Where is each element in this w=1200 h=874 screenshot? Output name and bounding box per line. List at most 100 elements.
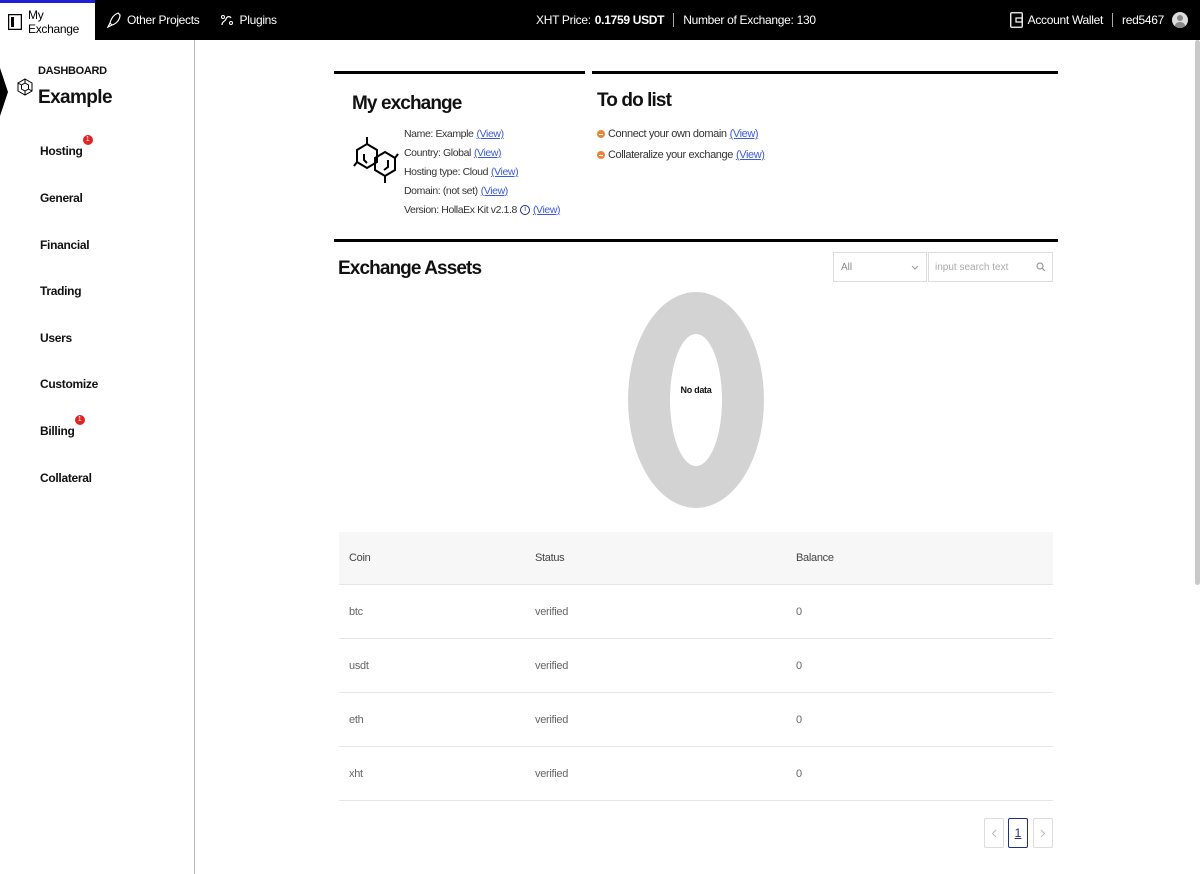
wallet-icon: [1009, 12, 1023, 28]
info-icon[interactable]: i: [519, 205, 530, 216]
sidebar-item-trading[interactable]: Trading: [40, 284, 82, 298]
exchange-count: Number of Exchange: 130: [683, 13, 816, 27]
top-bar: My Exchange Other Projects Plugins XHT P…: [0, 0, 1200, 40]
search-input[interactable]: [935, 261, 1035, 273]
sidebar: DASHBOARD Example Hosting 1 General Fina…: [0, 40, 195, 874]
sidebar-item-label: Trading: [40, 284, 82, 298]
exchange-logo-icon: [16, 78, 34, 101]
my-exchange-card-border: [334, 71, 585, 74]
selected-value: All: [841, 261, 853, 273]
view-link[interactable]: (View): [474, 147, 502, 159]
tab-my-exchange[interactable]: My Exchange: [0, 0, 95, 40]
coin-cell: xht: [349, 767, 363, 780]
sidebar-item-label: General: [40, 191, 83, 205]
balance-cell: 0: [796, 605, 802, 618]
exchange-country-line: Country: Global (View): [404, 147, 502, 159]
status-cell: verified: [535, 659, 569, 672]
exchange-version-text: Version: HollaEx Kit v2.1.8: [404, 204, 517, 216]
tab-plugins[interactable]: Plugins: [210, 0, 287, 40]
view-link[interactable]: (View): [481, 185, 509, 197]
tab-label: Other Projects: [127, 13, 200, 27]
price-value: 0.1759 USDT: [594, 13, 665, 27]
hexagon-logo-icon: [353, 136, 399, 189]
sidebar-item-label: Hosting: [40, 144, 83, 158]
prev-page-button[interactable]: [984, 818, 1004, 848]
exchange-hosting-line: Hosting type: Cloud (View): [404, 166, 519, 178]
divider: [673, 13, 675, 27]
todo-item: Collateralize your exchange (View): [597, 149, 765, 161]
sidebar-item-general[interactable]: General: [40, 191, 83, 205]
view-link[interactable]: (View): [477, 128, 505, 140]
table-row: xht verified 0: [339, 747, 1053, 801]
plugin-icon: [220, 13, 234, 27]
sidebar-item-collateral[interactable]: Collateral: [40, 471, 92, 485]
balance-cell: 0: [796, 713, 802, 726]
coin-cell: btc: [349, 605, 363, 618]
chevron-right-icon: [1040, 829, 1046, 837]
exchange-logo-icon: [8, 13, 22, 30]
column-header: Status: [535, 552, 565, 564]
active-marker: [0, 68, 8, 116]
sidebar-item-label: Billing: [40, 424, 75, 438]
sidebar-item-billing[interactable]: Billing 1: [40, 415, 85, 438]
view-link[interactable]: (View): [736, 149, 765, 161]
status-cell: verified: [535, 713, 569, 726]
tab-label: Plugins: [239, 13, 278, 27]
username[interactable]: red5467: [1122, 13, 1164, 27]
page-button-current[interactable]: 1: [1008, 818, 1028, 848]
coin-cell: usdt: [349, 659, 369, 672]
todo-item-text: Connect your own domain: [608, 128, 727, 140]
sidebar-item-hosting[interactable]: Hosting 1: [40, 135, 93, 158]
column-header: Balance: [796, 552, 834, 564]
account-wallet-link[interactable]: Account Wallet: [1028, 13, 1104, 27]
divider: [1112, 13, 1114, 27]
exchange-country-text: Country: Global: [404, 147, 471, 159]
avatar[interactable]: [1172, 12, 1188, 28]
price-info: XHT Price: 0.1759 USDT Number of Exchang…: [536, 0, 816, 40]
status-cell: verified: [535, 767, 569, 780]
sidebar-item-label: Users: [40, 331, 72, 345]
assets-card-border: [334, 239, 1058, 242]
status-cell: verified: [535, 605, 569, 618]
exchange-name: Example: [38, 87, 113, 108]
sidebar-item-users[interactable]: Users: [40, 331, 72, 345]
exchange-domain-text: Domain: (not set): [404, 185, 478, 197]
tab-other-projects[interactable]: Other Projects: [97, 0, 210, 40]
view-link[interactable]: (View): [491, 166, 519, 178]
scrollbar[interactable]: [1195, 40, 1200, 585]
sidebar-item-label: Customize: [40, 377, 98, 391]
account-area: Account Wallet red5467: [1009, 0, 1188, 40]
search-box: [928, 252, 1053, 282]
balance-cell: 0: [796, 659, 802, 672]
sidebar-item-customize[interactable]: Customize: [40, 377, 98, 391]
section-label: DASHBOARD: [38, 65, 107, 77]
warning-dot-icon: [597, 130, 605, 138]
tab-label: My Exchange: [28, 7, 79, 36]
table-row: eth verified 0: [339, 693, 1053, 747]
todo-card-border: [592, 71, 1058, 74]
assets-donut-chart: [628, 292, 764, 508]
no-data-label: No data: [680, 385, 712, 395]
view-link[interactable]: (View): [533, 204, 561, 216]
coin-cell: eth: [349, 713, 364, 726]
exchange-version-line: Version: HollaEx Kit v2.1.8 i (View): [404, 204, 561, 216]
column-header: Coin: [349, 552, 371, 564]
table-row: btc verified 0: [339, 585, 1053, 639]
exchange-domain-line: Domain: (not set) (View): [404, 185, 508, 197]
next-page-button[interactable]: [1033, 818, 1053, 848]
assets-table: Coin Status Balance btc verified 0 usdt …: [339, 532, 1053, 801]
rocket-icon: [107, 12, 121, 28]
warning-dot-icon: [597, 151, 605, 159]
sidebar-item-label: Financial: [40, 238, 90, 252]
search-icon[interactable]: [1036, 262, 1046, 272]
asset-filter-select[interactable]: All: [833, 252, 927, 282]
sidebar-item-financial[interactable]: Financial: [40, 238, 90, 252]
exchange-name-line: Name: Example (View): [404, 128, 504, 140]
notification-badge: 1: [82, 135, 93, 145]
price-label: XHT Price:: [536, 13, 591, 27]
todo-item-text: Collateralize your exchange: [608, 149, 733, 161]
view-link[interactable]: (View): [730, 128, 759, 140]
table-row: usdt verified 0: [339, 639, 1053, 693]
sidebar-item-label: Collateral: [40, 471, 92, 485]
todo-item: Connect your own domain (View): [597, 128, 759, 140]
